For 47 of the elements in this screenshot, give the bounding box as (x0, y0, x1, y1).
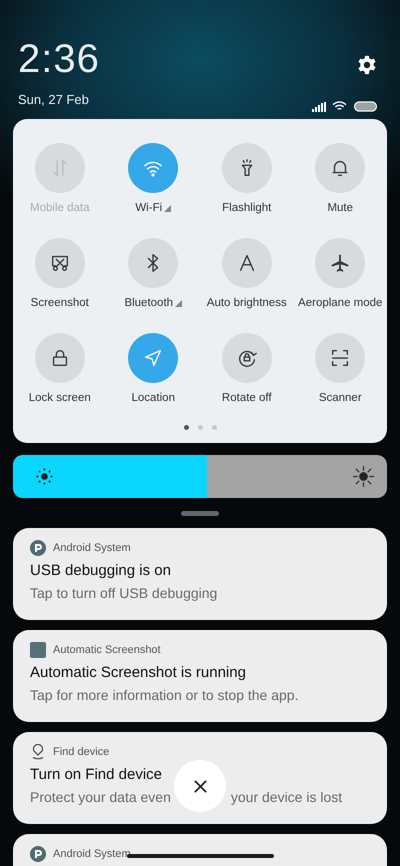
wifi-icon (332, 101, 347, 112)
quick-setting-tile[interactable]: Flashlight (200, 143, 294, 215)
notification-text: your device is lost (230, 789, 342, 805)
corner-triangle-icon (175, 300, 182, 306)
quick-setting-tile[interactable]: Scanner (294, 333, 387, 405)
app-name: Find device (53, 746, 110, 758)
notification-text: Tap to turn off USB debugging (30, 585, 218, 601)
quick-setting-tile[interactable]: Lock screen (13, 333, 106, 405)
quick-setting-tile[interactable]: Wi-Fi (106, 143, 200, 215)
notification-title: Automatic Screenshot is running (30, 664, 247, 681)
app-logo-icon (30, 846, 46, 862)
notification-card[interactable]: Android System (13, 834, 387, 866)
quick-setting-tile[interactable]: Mute (294, 143, 387, 215)
notification-text: Protect your data even (30, 789, 171, 805)
settings-icon[interactable] (356, 54, 378, 76)
drag-handle[interactable] (181, 511, 219, 516)
date-text: Sun, 27 Feb (18, 92, 89, 107)
notification-card[interactable]: Automatic Screenshot Automatic Screenshot is running Tap for more information or to stop the app. (13, 630, 387, 722)
quick-setting-tile[interactable]: Auto brightness (200, 238, 294, 310)
battery-icon (353, 101, 378, 112)
quick-setting-tile[interactable]: Bluetooth (106, 238, 200, 310)
high-brightness-icon (353, 466, 374, 487)
app-square-icon (30, 642, 46, 658)
aeroplane-icon (329, 252, 352, 274)
app-name: Automatic Screenshot (53, 644, 161, 656)
notification-card[interactable]: Android System USB debugging is on Tap to turn off USB debugging (13, 528, 387, 620)
quick-setting-tile[interactable]: Aeroplane mode (294, 238, 387, 310)
close-icon (192, 778, 208, 794)
page-dot[interactable] (184, 425, 188, 430)
brightness-slider[interactable] (13, 455, 387, 498)
app-name: Android System (53, 848, 131, 860)
notification-card[interactable]: Find device Turn on Find device Protect your data even your device is lost (13, 732, 387, 824)
quick-setting-tile[interactable]: Rotate off (200, 333, 294, 405)
notification-title: USB debugging is on (30, 562, 172, 579)
notification-title: Turn on Find device (30, 766, 164, 783)
location-pin-icon (30, 744, 46, 760)
app-logo-icon (30, 540, 46, 556)
page-dot[interactable] (212, 425, 216, 430)
corner-triangle-icon (164, 204, 172, 212)
low-brightness-icon (36, 468, 53, 485)
notification-text: Tap for more information or to stop the app. (30, 687, 298, 703)
signal-icon (312, 102, 326, 112)
quick-setting-tile[interactable]: Screenshot (13, 238, 106, 310)
clock-time: 2:36 (18, 36, 100, 82)
app-name: Android System (53, 542, 131, 554)
quick-setting-tile[interactable]: Location (106, 333, 200, 405)
page-dot[interactable] (198, 425, 202, 430)
